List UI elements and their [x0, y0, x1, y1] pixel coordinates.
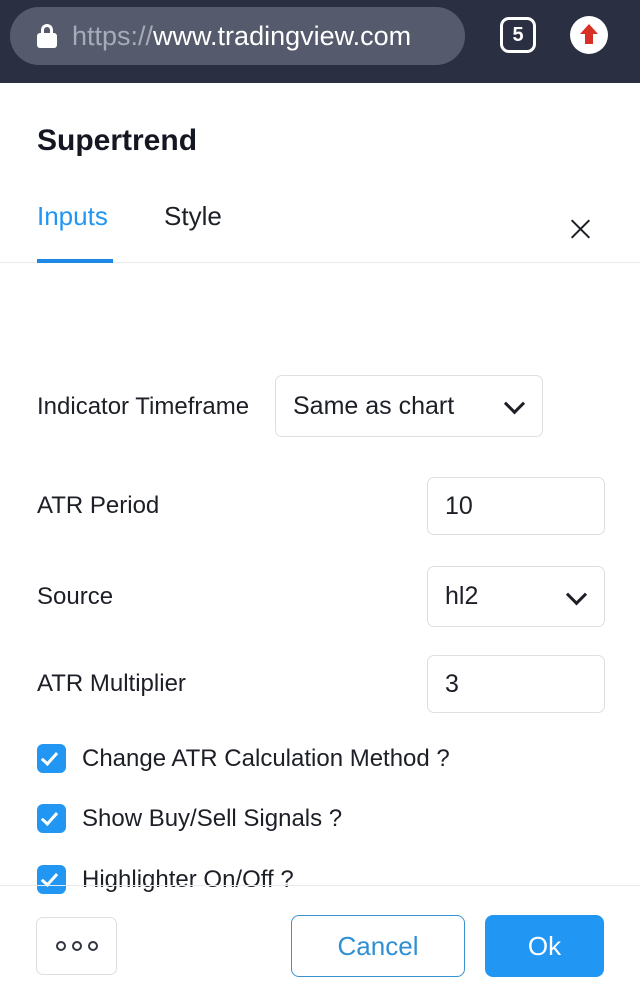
address-bar-text: https://www.tradingview.com	[72, 21, 411, 52]
label-atr-multiplier: ATR Multiplier	[37, 670, 186, 697]
dialog-tabs: Inputs Style	[0, 201, 640, 263]
select-source[interactable]: hl2	[427, 566, 605, 627]
footer-divider	[0, 885, 640, 886]
page-title: Supertrend	[37, 124, 198, 157]
url-scheme: https://	[72, 20, 154, 51]
checkbox-label-show-buy-sell-signals: Show Buy/Sell Signals ?	[82, 804, 343, 832]
input-atr-period-value: 10	[445, 491, 473, 520]
form-row-atr-period: ATR Period 10	[0, 477, 640, 535]
select-indicator-timeframe[interactable]: Same as chart	[275, 375, 543, 437]
checkbox-row-highlighter-on-off[interactable]: Highlighter On/Off ?	[37, 865, 294, 894]
browser-toolbar: https://www.tradingview.com 5	[0, 0, 640, 83]
url-host: www.tradingview.com	[153, 20, 412, 51]
form-row-source: Source hl2	[0, 566, 640, 627]
label-indicator-timeframe: Indicator Timeframe	[37, 393, 250, 420]
input-atr-multiplier[interactable]: 3	[427, 655, 605, 713]
more-dot-icon	[55, 941, 66, 951]
address-bar[interactable]: https://www.tradingview.com	[10, 7, 465, 65]
check-icon	[40, 808, 59, 826]
checkbox-label-change-atr-calculation-method: Change ATR Calculation Method ?	[82, 744, 450, 772]
check-icon	[40, 748, 59, 766]
more-dot-icon	[71, 941, 82, 951]
active-tab-indicator	[37, 259, 113, 263]
label-source: Source	[37, 583, 114, 610]
form-row-atr-multiplier: ATR Multiplier 3	[0, 655, 640, 713]
more-dot-icon	[87, 941, 98, 951]
form-row-indicator-timeframe: Indicator Timeframe Same as chart	[0, 375, 640, 437]
tab-counter-label: 5	[512, 23, 524, 46]
tab-style[interactable]: Style	[164, 201, 222, 250]
checkbox-highlighter-on-off[interactable]	[37, 865, 66, 894]
checkbox-row-change-atr-calculation-method[interactable]: Change ATR Calculation Method ?	[37, 744, 450, 773]
lock-icon	[36, 23, 58, 49]
checkbox-change-atr-calculation-method[interactable]	[37, 744, 66, 773]
checkbox-label-highlighter-on-off: Highlighter On/Off ?	[82, 865, 294, 893]
checkbox-row-show-buy-sell-signals[interactable]: Show Buy/Sell Signals ?	[37, 804, 342, 833]
tab-inputs[interactable]: Inputs	[37, 201, 108, 250]
checkbox-show-buy-sell-signals[interactable]	[37, 804, 66, 833]
label-atr-period: ATR Period	[37, 492, 160, 519]
cancel-button[interactable]: Cancel	[291, 915, 465, 977]
chevron-down-icon	[503, 393, 526, 415]
select-source-value: hl2	[445, 582, 479, 610]
tab-counter-button[interactable]: 5	[500, 17, 536, 53]
indicator-settings-dialog: Supertrend Inputs Style Indicator Timefr…	[0, 83, 640, 1002]
ok-button[interactable]: Ok	[485, 915, 604, 977]
input-atr-period[interactable]: 10	[427, 477, 605, 535]
chevron-down-icon	[565, 583, 588, 605]
select-indicator-timeframe-value: Same as chart	[293, 391, 455, 420]
input-atr-multiplier-value: 3	[445, 669, 459, 698]
arrow-up-icon[interactable]	[570, 16, 608, 54]
more-options-button[interactable]	[36, 917, 117, 975]
